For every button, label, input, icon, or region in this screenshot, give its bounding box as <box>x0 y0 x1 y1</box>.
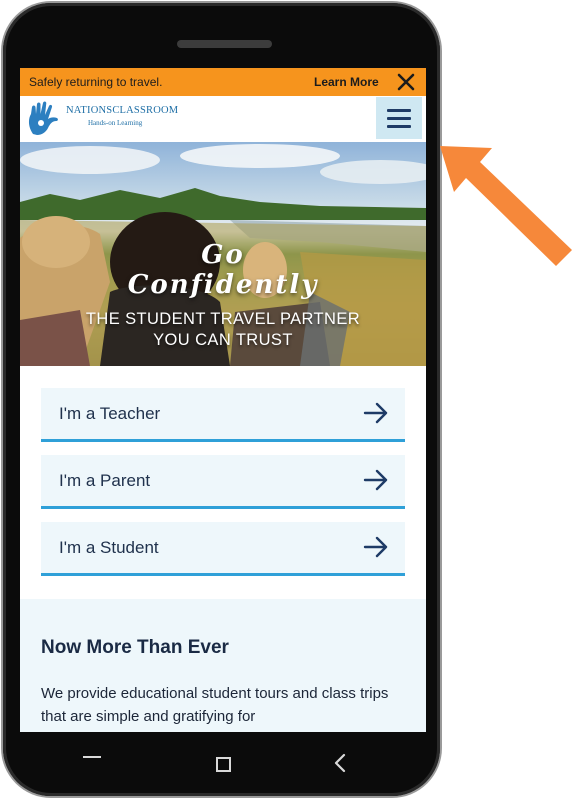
hero-subtitle-line1: THE STUDENT TRAVEL PARTNER <box>85 310 361 328</box>
hamburger-menu-button[interactable] <box>376 97 422 139</box>
parent-link-card[interactable]: I'm a Parent <box>41 455 405 509</box>
arrow-right-icon <box>363 402 388 424</box>
parent-link-label: I'm a Parent <box>59 471 151 490</box>
student-link-label: I'm a Student <box>59 538 159 557</box>
hamburger-bar <box>387 125 411 128</box>
hero-subtitle-line2: YOU CAN TRUST <box>153 331 293 349</box>
hand-logo-icon <box>28 101 58 135</box>
announcement-banner: Safely returning to travel. Learn More <box>20 68 426 96</box>
teacher-link-label: I'm a Teacher <box>59 404 161 423</box>
arrow-right-icon <box>363 469 388 491</box>
logo-name: NATIONSCLASSROOM <box>66 105 179 116</box>
banner-text: Safely returning to travel. <box>29 75 163 89</box>
square-recents-icon[interactable] <box>216 757 231 772</box>
nationsclassroom-logo[interactable]: NATIONSCLASSROOM Hands-on Learning <box>24 100 184 136</box>
close-icon[interactable] <box>396 72 416 92</box>
learn-more-link[interactable]: Learn More <box>314 75 379 89</box>
section-title: Now More Than Ever <box>41 637 229 658</box>
hero-title-line1: Go <box>201 240 245 270</box>
browser-screen: Safely returning to travel. Learn More N… <box>20 68 426 732</box>
hamburger-menu-icon <box>387 109 411 112</box>
site-header: NATIONSCLASSROOM Hands-on Learning <box>20 96 426 142</box>
teacher-link-card[interactable]: I'm a Teacher <box>41 388 405 442</box>
annotation-arrow-icon <box>440 146 572 266</box>
home-bar-icon[interactable] <box>83 756 101 758</box>
now-more-than-ever-section: Now More Than Ever We provide educationa… <box>20 599 426 732</box>
student-link-card[interactable]: I'm a Student <box>41 522 405 576</box>
android-nav-bar <box>20 732 426 792</box>
arrow-right-icon <box>363 536 388 558</box>
section-body: We provide educational student tours and… <box>41 685 389 725</box>
back-chevron-icon[interactable] <box>332 752 348 774</box>
logo-tagline: Hands-on Learning <box>88 119 143 127</box>
hamburger-bar <box>387 117 411 120</box>
hero-banner: Go Confidently THE STUDENT TRAVEL PARTNE… <box>20 142 426 366</box>
phone-speaker <box>177 40 272 48</box>
hero-title-line2: Confidently <box>127 270 319 300</box>
